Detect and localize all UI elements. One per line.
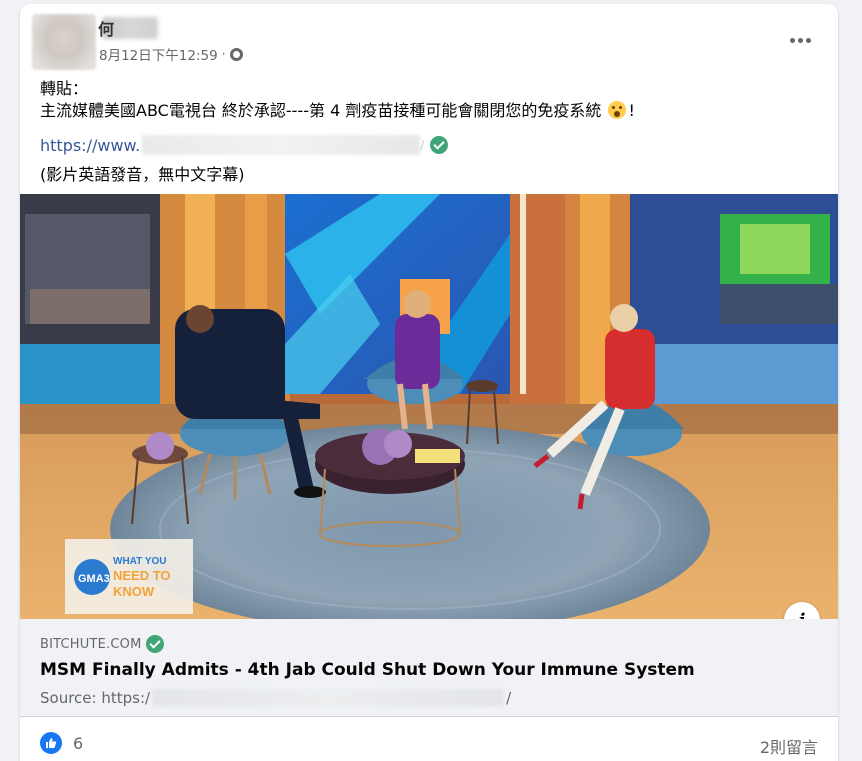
post-body: 轉貼： 主流媒體美國ABC電視台 終於承認----第 4 劑疫苗接種可能會關閉您… xyxy=(40,78,820,122)
body-line-2-suffix: ! xyxy=(628,101,635,120)
more-dots-icon[interactable] xyxy=(784,26,816,54)
body-line-2: 主流媒體美國ABC電視台 終於承認----第 4 劑疫苗接種可能會關閉您的免疫系… xyxy=(40,100,820,122)
link-preview-card[interactable]: BITCHUTE.COM MSM Finally Admits - 4th Ja… xyxy=(20,619,838,717)
link-source-prefix: Source: https:/ xyxy=(40,689,151,707)
verified-check-icon xyxy=(145,635,164,653)
studio-scene-image: GMA3 WHAT YOU NEED TO KNOW xyxy=(20,194,838,619)
comment-count[interactable]: 2則留言 xyxy=(760,734,818,758)
verified-check-icon xyxy=(430,136,449,154)
astonished-face-emoji-icon xyxy=(608,101,627,119)
post-link-redacted[interactable] xyxy=(142,135,421,155)
facebook-post: 何 8月12日下午12:59 · 轉貼： 主流媒體美國ABC電視台 終於承認--… xyxy=(20,4,838,761)
link-source-suffix: / xyxy=(506,689,512,707)
gma3-badge-text: GMA3 xyxy=(78,573,110,585)
post-link-prefix[interactable]: https://www. xyxy=(40,136,140,155)
thumbs-up-icon xyxy=(46,738,57,748)
post-meta: 8月12日下午12:59 · xyxy=(99,44,243,64)
post-note: (影片英語發音，無中文字幕) xyxy=(40,165,245,184)
link-domain-text: BITCHUTE.COM xyxy=(40,636,142,652)
body-line-1: 轉貼： xyxy=(40,79,89,98)
post-link[interactable]: https://www. / xyxy=(40,135,449,155)
badge-line-2: NEED TO xyxy=(113,568,171,583)
post-header: 何 8月12日下午12:59 · xyxy=(20,4,838,70)
link-source-redacted xyxy=(152,689,505,707)
video-thumbnail[interactable]: GMA3 WHAT YOU NEED TO KNOW xyxy=(20,194,838,619)
post-footer: 6 2則留言 xyxy=(20,717,838,761)
link-domain: BITCHUTE.COM xyxy=(40,635,164,653)
avatar[interactable] xyxy=(32,14,96,70)
like-reaction-icon[interactable] xyxy=(40,732,62,754)
reaction-count[interactable]: 6 xyxy=(73,734,83,753)
author-name-char[interactable]: 何 xyxy=(98,16,114,40)
link-title[interactable]: MSM Finally Admits - 4th Jab Could Shut … xyxy=(40,660,695,680)
post-link-suffix[interactable]: / xyxy=(420,138,424,152)
meta-separator: · xyxy=(221,47,226,61)
badge-line-3: KNOW xyxy=(113,584,155,599)
post-timestamp[interactable]: 8月12日下午12:59 xyxy=(99,44,218,64)
body-line-2-text: 主流媒體美國ABC電視台 終於承認----第 4 劑疫苗接種可能會關閉您的免疫系… xyxy=(40,101,607,120)
globe-icon[interactable] xyxy=(229,47,243,61)
link-source: Source: https:/ / xyxy=(40,689,511,707)
badge-line-1: WHAT YOU xyxy=(113,556,167,567)
